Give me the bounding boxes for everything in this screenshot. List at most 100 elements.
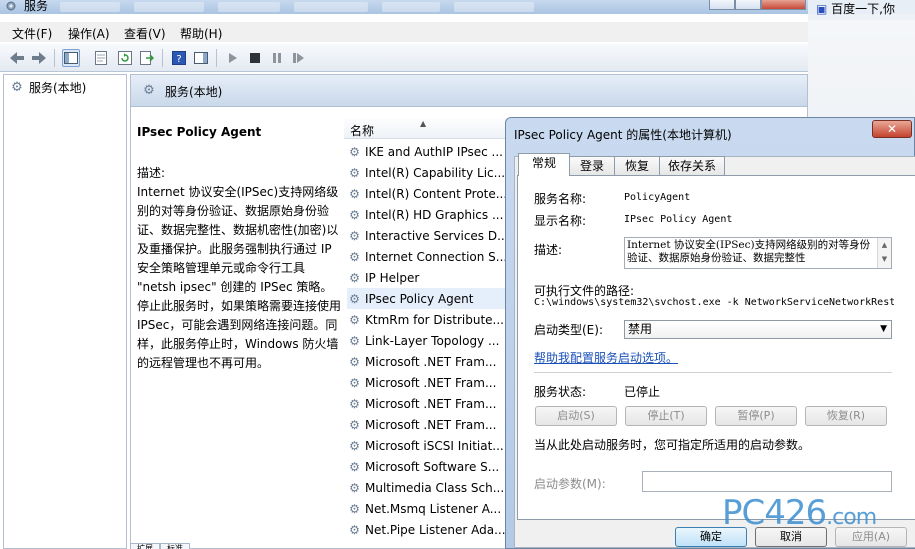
startup-type-select[interactable]: 禁用 ▼ [624, 320, 892, 339]
service-status-value: 已停止 [624, 385, 661, 399]
service-name-value: PolicyAgent [624, 192, 691, 203]
list-item-label: Intel(R) Capability Lic... [365, 165, 506, 180]
close-button[interactable] [761, 0, 806, 10]
service-description-panel: IPsec Policy Agent 描述: Internet 协议安全(IPS… [137, 123, 341, 373]
service-gear-icon: ⚙ [349, 354, 360, 369]
start-params-input[interactable] [642, 471, 892, 492]
tab-dependencies[interactable]: 依存关系 [659, 156, 725, 176]
start-params-label: 启动参数(M): [534, 477, 606, 491]
menu-bar: 文件(F) 操作(A) 查看(V) 帮助(H) [0, 22, 808, 42]
service-gear-icon: ⚙ [349, 438, 360, 453]
description-textbox-text: Internet 协议安全(IPSec)支持网络级别的对等身份验证、数据原始身份… [627, 239, 871, 264]
pause-button[interactable]: 暂停(P) [715, 406, 797, 426]
help-configure-link[interactable]: 帮助我配置服务启动选项。 [534, 349, 678, 366]
resume-button[interactable]: 恢复(R) [805, 406, 887, 426]
startup-type-label: 启动类型(E): [534, 323, 603, 337]
display-name-label: 显示名称: [534, 214, 587, 228]
list-item-label: Intel(R) HD Graphics ... [365, 207, 504, 222]
watermark-suffix: .com [826, 505, 877, 530]
service-gear-icon: ⚙ [349, 417, 360, 432]
list-item-label: Net.Msmq Listener A... [365, 501, 502, 516]
description-scrollbar[interactable]: ▲ ▼ [877, 238, 891, 268]
show-console-tree-icon[interactable] [62, 49, 80, 67]
background-taskbar-tabs [60, 1, 620, 12]
service-status-label: 服务状态: [534, 385, 587, 399]
show-action-pane-icon[interactable] [192, 49, 210, 67]
site-watermark: PC426.com [722, 493, 877, 533]
list-item-label: Interactive Services D... [365, 228, 509, 243]
toolbar-separator [54, 49, 55, 67]
tree-item-services-local[interactable]: ⚙ 服务(本地) [9, 79, 86, 96]
tab-extended[interactable]: 扩展 [130, 543, 160, 549]
list-item-label: Internet Connection S... [365, 249, 508, 264]
tab-general[interactable]: 常规 [518, 153, 570, 176]
selected-service-name: IPsec Policy Agent [137, 125, 262, 139]
list-item-label: Link-Layer Topology ... [365, 333, 500, 348]
content-header: ⚙ 服务(本地) [131, 75, 807, 107]
start-params-hint: 当从此处启动服务时，您可指定所适用的启动参数。 [534, 438, 811, 452]
properties-sheet-icon[interactable] [92, 49, 110, 67]
minimize-button[interactable] [709, 0, 735, 10]
list-item-label: Microsoft .NET Fram... [365, 396, 497, 411]
column-header-label: 名称 [350, 124, 375, 138]
content-header-title: 服务(本地) [165, 85, 223, 99]
service-gear-icon: ⚙ [349, 207, 360, 222]
start-button[interactable]: 启动(S) [535, 406, 617, 426]
stop-service-icon[interactable] [246, 49, 264, 67]
tab-logon[interactable]: 登录 [569, 156, 615, 176]
menu-action[interactable]: 操作(A) [68, 25, 110, 42]
maximize-button[interactable] [735, 0, 761, 10]
tree-item-label: 服务(本地) [29, 81, 87, 95]
list-item-label: Microsoft .NET Fram... [365, 354, 497, 369]
forward-arrow-icon[interactable] [30, 49, 48, 67]
menu-view[interactable]: 查看(V) [124, 25, 166, 42]
svg-text:?: ? [176, 54, 181, 65]
menu-file[interactable]: 文件(F) [12, 25, 52, 42]
description-text: Internet 协议安全(IPSec)支持网络级别的对等身份验证、数据原始身份… [137, 185, 342, 370]
tab-standard[interactable]: 标准 [160, 543, 190, 549]
menu-help[interactable]: 帮助(H) [180, 25, 222, 42]
service-gear-icon: ⚙ [349, 165, 360, 180]
description-label: 描述: [534, 243, 563, 257]
service-gear-icon: ⚙ [349, 501, 360, 516]
list-item-label: Microsoft .NET Fram... [365, 375, 497, 390]
refresh-icon[interactable] [116, 49, 134, 67]
stop-button[interactable]: 停止(T) [625, 406, 707, 426]
pause-service-icon[interactable] [268, 49, 286, 67]
service-gear-icon: ⚙ [349, 270, 360, 285]
baidu-logo-icon: ▣ [816, 2, 828, 16]
display-name-value: IPsec Policy Agent [624, 214, 733, 225]
window-titlebar: 服务 [0, 0, 808, 14]
back-arrow-icon[interactable] [8, 49, 26, 67]
list-item-label: Multimedia Class Sch... [365, 480, 505, 495]
service-gear-icon: ⚙ [349, 291, 360, 306]
start-service-icon[interactable] [224, 49, 242, 67]
service-gear-icon: ⚙ [349, 459, 360, 474]
baidu-search-link[interactable]: ▣ 百度一下,你 [816, 0, 895, 17]
restart-service-icon[interactable] [290, 49, 308, 67]
services-gear-icon: ⚙ [143, 82, 155, 98]
general-tab-panel: 服务名称: PolicyAgent 显示名称: IPsec Policy Age… [517, 175, 915, 520]
dialog-close-button[interactable]: ✕ [872, 120, 912, 138]
description-textbox[interactable]: Internet 协议安全(IPSec)支持网络级别的对等身份验证、数据原始身份… [624, 237, 892, 269]
list-item-label: Microsoft .NET Fram... [365, 417, 497, 432]
watermark-main: PC426 [722, 493, 827, 533]
service-gear-icon: ⚙ [349, 522, 360, 537]
tab-recovery[interactable]: 恢复 [614, 156, 660, 176]
list-item-label: IKE and AuthIP IPsec ... [365, 144, 503, 159]
chevron-down-icon: ▼ [880, 324, 887, 334]
list-item-label: Intel(R) Content Prote... [365, 186, 508, 201]
toolbar-separator [162, 49, 163, 67]
list-item-label: IP Helper [365, 270, 420, 285]
toolbar-separator [216, 49, 217, 67]
export-list-icon[interactable] [138, 49, 156, 67]
service-gear-icon: ⚙ [349, 333, 360, 348]
help-icon[interactable]: ? [170, 49, 188, 67]
view-tabs: 扩展 标准 [130, 540, 330, 549]
list-item-label: Net.Pipe Listener Ada... [365, 522, 506, 537]
service-gear-icon: ⚙ [349, 186, 360, 201]
list-item-label: KtmRm for Distribute... [365, 312, 504, 327]
service-name-label: 服务名称: [534, 192, 587, 206]
services-app-icon [4, 0, 18, 12]
console-tree: ⚙ 服务(本地) [3, 74, 127, 549]
